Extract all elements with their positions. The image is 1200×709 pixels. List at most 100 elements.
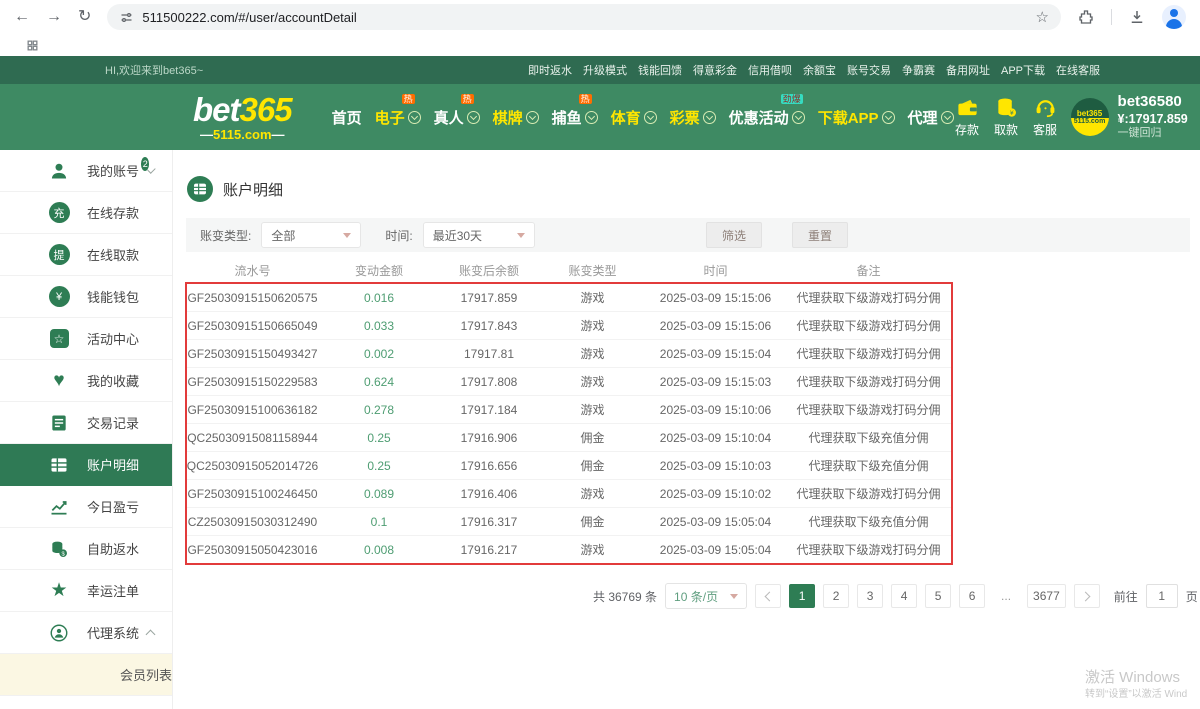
table-header-row: 流水号变动金额账变后余额账变类型时间备注	[186, 258, 952, 284]
nav-item[interactable]: 热电子	[375, 107, 421, 128]
sidebar-item[interactable]: ☆活动中心	[0, 318, 172, 360]
withdraw-icon: 提	[48, 244, 70, 266]
topbar-link[interactable]: 余额宝	[803, 62, 836, 78]
sidebar-item[interactable]: 代理系统	[0, 612, 172, 654]
table-cell: 代理获取下级游戏打码分佣	[785, 368, 952, 395]
table-cell: 2025-03-09 15:15:03	[646, 368, 785, 395]
sidebar-item[interactable]: 提在线取款	[0, 234, 172, 276]
type-filter-select[interactable]: 全部	[261, 222, 361, 248]
chevron-down-icon	[644, 111, 657, 124]
topbar-link[interactable]: APP下载	[1001, 62, 1045, 78]
page-button[interactable]: 4	[891, 584, 917, 608]
site-logo[interactable]: bet365 —5115.com—	[193, 93, 292, 141]
quick-action[interactable]: 客服	[1032, 96, 1059, 138]
quick-return-link[interactable]: 一键回归	[1118, 127, 1188, 141]
topbar-link[interactable]: 即时返水	[528, 62, 572, 78]
goto-page-input[interactable]	[1146, 584, 1178, 608]
table-cell: GF25030915150620575	[186, 284, 319, 311]
nav-label: 下载APP	[818, 107, 879, 128]
table-cell: 2025-03-09 15:10:02	[646, 480, 785, 507]
page-title: 账户明细	[187, 176, 1200, 202]
extensions-icon[interactable]	[1077, 8, 1095, 26]
apps-grid-icon[interactable]	[26, 39, 39, 52]
sidebar-item[interactable]: 会员列表	[0, 654, 172, 696]
reload-icon[interactable]: ↻	[78, 9, 91, 25]
profile-avatar[interactable]	[1162, 5, 1186, 29]
table-cell: 0.1	[319, 508, 439, 535]
table-cell: GF25030915050423016	[186, 536, 319, 563]
topbar-link[interactable]: 在线客服	[1056, 62, 1100, 78]
quick-action[interactable]: ¥取款	[993, 96, 1020, 138]
url-bar[interactable]: 511500222.com/#/user/accountDetail ☆	[107, 4, 1061, 30]
next-page-button[interactable]	[1074, 584, 1100, 608]
logo-domain: —5115.com—	[193, 128, 292, 141]
bookmark-star-icon[interactable]: ☆	[1036, 8, 1049, 26]
nav-item[interactable]: 代理	[908, 107, 954, 128]
nav-item[interactable]: 热真人	[434, 107, 480, 128]
total-count: 共 36769 条	[593, 588, 657, 605]
chevron-down-icon	[467, 111, 480, 124]
site-settings-icon[interactable]	[119, 10, 134, 25]
reset-button[interactable]: 重置	[792, 222, 848, 248]
nav-item[interactable]: 棋牌	[493, 107, 539, 128]
chevron-up-icon	[146, 629, 156, 639]
table-cell: 游戏	[539, 284, 646, 311]
topbar-link[interactable]: 钱能回馈	[638, 62, 682, 78]
chevron-down-icon	[517, 233, 525, 238]
table-cell: 游戏	[539, 368, 646, 395]
chevron-down-icon	[882, 111, 895, 124]
nav-item[interactable]: 下载APP	[818, 107, 895, 128]
hot-badge: 热	[579, 94, 592, 105]
table-cell: 游戏	[539, 536, 646, 563]
nav-item[interactable]: 彩票	[670, 107, 716, 128]
topbar-link[interactable]: 升级模式	[583, 62, 627, 78]
sidebar-item[interactable]: ♥我的收藏	[0, 360, 172, 402]
sidebar-item[interactable]: 账户明细	[0, 444, 172, 486]
sidebar-item[interactable]: ¥钱能钱包	[0, 276, 172, 318]
table-row: GF250309150504230160.00817916.217游戏2025-…	[186, 536, 952, 564]
nav-item[interactable]: 首页	[332, 107, 362, 128]
sidebar-item[interactable]: 充在线存款	[0, 192, 172, 234]
sidebar-item[interactable]: $自助返水	[0, 528, 172, 570]
page-size-select[interactable]: 10 条/页	[665, 583, 747, 609]
sidebar-item-label: 我的账号	[87, 161, 139, 180]
topbar-link[interactable]: 账号交易	[847, 62, 891, 78]
topbar-link[interactable]: 争霸赛	[902, 62, 935, 78]
sidebar-item[interactable]: 交易记录	[0, 402, 172, 444]
nav-item[interactable]: 劲爆优惠活动	[729, 107, 805, 128]
column-header: 账变后余额	[439, 258, 539, 284]
page-button[interactable]: 6	[959, 584, 985, 608]
page-button[interactable]: 3	[857, 584, 883, 608]
rebate-icon: $	[48, 538, 70, 560]
column-header: 账变类型	[539, 258, 646, 284]
sidebar-item[interactable]: 今日盈亏	[0, 486, 172, 528]
logo-text: bet365	[193, 93, 292, 126]
back-icon[interactable]: ←	[14, 9, 30, 25]
page-button[interactable]: 2	[823, 584, 849, 608]
topbar-link[interactable]: 信用借呗	[748, 62, 792, 78]
nav-item[interactable]: 体育	[611, 107, 657, 128]
page-button[interactable]: 3677	[1027, 584, 1066, 608]
forward-icon[interactable]: →	[46, 9, 62, 25]
page-button[interactable]: 1	[789, 584, 815, 608]
table-cell: 17917.808	[439, 368, 539, 395]
sidebar-item[interactable]: 我的账号2	[0, 150, 172, 192]
time-filter-select[interactable]: 最近30天	[423, 222, 535, 248]
filter-button[interactable]: 筛选	[706, 222, 762, 248]
quick-action[interactable]: 存款	[954, 96, 981, 138]
download-icon[interactable]	[1128, 8, 1146, 26]
nav-item[interactable]: 热捕鱼	[552, 107, 598, 128]
sidebar-item-label: 幸运注单	[87, 581, 139, 600]
prev-page-button[interactable]	[755, 584, 781, 608]
sidebar-item[interactable]: ★幸运注单	[0, 570, 172, 612]
user-logo-badge: bet365 5115.com	[1071, 98, 1109, 136]
table-cell: 17917.859	[439, 284, 539, 311]
table-cell: 游戏	[539, 480, 646, 507]
page-button[interactable]: 5	[925, 584, 951, 608]
topbar-link[interactable]: 得意彩金	[693, 62, 737, 78]
table-cell: 0.002	[319, 340, 439, 367]
user-icon	[48, 160, 70, 182]
sidebar-item-label: 交易记录	[87, 413, 139, 432]
table-row: QC250309150520147260.2517916.656佣金2025-0…	[186, 452, 952, 480]
topbar-link[interactable]: 备用网址	[946, 62, 990, 78]
